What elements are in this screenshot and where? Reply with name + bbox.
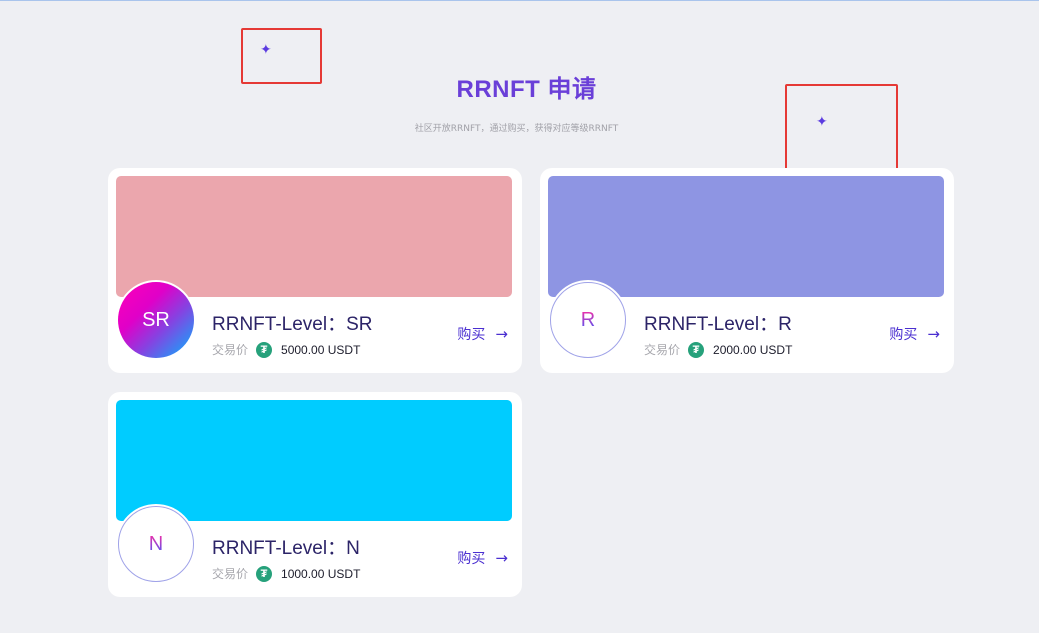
- card-title: RRNFT-Level：N: [212, 538, 360, 559]
- card-title: RRNFT-Level：SR: [212, 314, 373, 335]
- buy-label: 购买: [457, 551, 486, 567]
- arrow-right-icon: →: [495, 325, 508, 343]
- price-value: 1000.00 USDT: [281, 566, 361, 581]
- page-subtitle: 社区开放RRNFT，通过购买，获得对应等级RRNFT: [414, 124, 619, 134]
- buy-button[interactable]: 购买 →: [889, 324, 940, 344]
- price-label: 交易价: [212, 343, 249, 357]
- usdt-icon: ₮: [256, 341, 273, 358]
- price-row: 交易价 ₮ 2000.00 USDT: [644, 341, 792, 358]
- price-value: 5000.00 USDT: [281, 342, 361, 357]
- nft-card-r: R RRNFT-Level：R 交易价 ₮ 2000.00 USDT 购买 →: [540, 168, 954, 373]
- level-badge: N: [118, 506, 194, 582]
- usdt-icon: ₮: [256, 565, 273, 582]
- card-banner: [548, 176, 944, 297]
- buy-button[interactable]: 购买 →: [457, 548, 508, 568]
- arrow-right-icon: →: [927, 325, 940, 343]
- buy-label: 购买: [889, 327, 918, 343]
- nft-card-n: N RRNFT-Level：N 交易价 ₮ 1000.00 USDT 购买 →: [108, 392, 522, 597]
- buy-button[interactable]: 购买 →: [457, 324, 508, 344]
- nft-card-sr: SR RRNFT-Level：SR 交易价 ₮ 5000.00 USDT 购买 …: [108, 168, 522, 373]
- buy-label: 购买: [457, 327, 486, 343]
- card-banner: [116, 400, 512, 521]
- price-row: 交易价 ₮ 5000.00 USDT: [212, 341, 360, 358]
- price-label: 交易价: [212, 567, 249, 581]
- price-row: 交易价 ₮ 1000.00 USDT: [212, 565, 360, 582]
- usdt-icon: ₮: [688, 341, 705, 358]
- arrow-right-icon: →: [495, 549, 508, 567]
- price-label: 交易价: [644, 343, 681, 357]
- level-avatar: SR: [116, 280, 196, 360]
- sparkle-icon: ✦: [260, 42, 272, 58]
- card-title: RRNFT-Level：R: [644, 314, 792, 335]
- level-avatar: N: [116, 504, 196, 584]
- page-title: RRNFT 申请: [456, 76, 597, 103]
- level-badge: SR: [118, 282, 194, 358]
- card-banner: [116, 176, 512, 297]
- level-avatar: R: [548, 280, 628, 360]
- price-value: 2000.00 USDT: [713, 342, 793, 357]
- level-badge: R: [550, 282, 626, 358]
